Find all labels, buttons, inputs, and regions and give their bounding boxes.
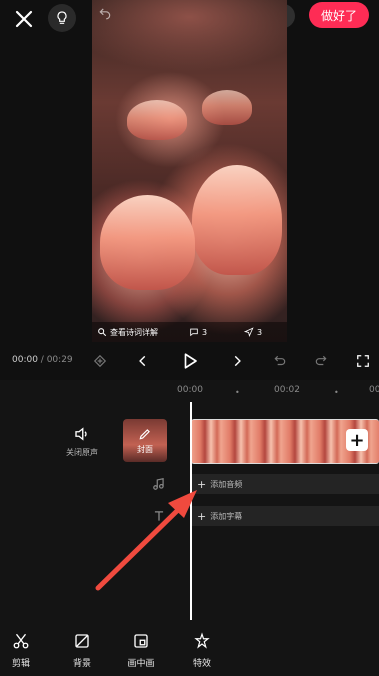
ruler-tick: 00:02	[274, 385, 300, 395]
ruler-dot: •	[334, 388, 339, 397]
mute-original-button[interactable]: 关闭原声	[60, 425, 104, 458]
ruler-tick: 00	[369, 385, 379, 395]
fullscreen-button[interactable]	[353, 351, 373, 371]
background-icon	[75, 634, 89, 648]
current-time: 00:00	[12, 355, 38, 365]
mute-label: 关闭原声	[66, 448, 98, 457]
fullscreen-icon	[357, 355, 369, 367]
effects-tool-label: 特效	[192, 659, 211, 669]
scissors-icon	[13, 633, 29, 649]
time-separator: /	[37, 355, 47, 365]
previous-button[interactable]	[133, 351, 153, 371]
plus-icon: +	[197, 509, 207, 523]
add-audio-label: 添加音频	[210, 479, 243, 489]
keyframe-icon	[93, 354, 107, 368]
music-note-icon	[153, 478, 164, 490]
cover-label: 封面	[137, 444, 153, 454]
edit-tool-label: 剪辑	[11, 659, 30, 669]
speaker-icon	[75, 427, 87, 441]
video-preview[interactable]: 查看诗词详解 3 3	[92, 0, 287, 342]
text-icon	[154, 511, 164, 521]
play-icon	[184, 353, 197, 369]
search-icon	[98, 328, 107, 337]
redo-button[interactable]	[311, 351, 331, 371]
total-time: 00:29	[46, 355, 73, 365]
share-icon	[244, 327, 254, 337]
lotus-lantern	[202, 90, 252, 125]
share-count: 3	[257, 327, 263, 337]
poem-search-text: 查看诗词详解	[110, 327, 158, 337]
undo-button[interactable]	[270, 351, 290, 371]
poem-search[interactable]: 查看诗词详解	[97, 327, 158, 338]
add-subtitle-label: 添加字幕	[210, 511, 243, 521]
effects-tool[interactable]: 特效	[185, 632, 219, 669]
next-button[interactable]	[227, 351, 247, 371]
picture-in-picture-icon	[134, 634, 148, 648]
share-counter[interactable]: 3	[244, 327, 262, 337]
picture-in-picture-tool[interactable]: 画中画	[124, 632, 158, 669]
chevron-right-icon	[234, 355, 241, 367]
undo-icon	[274, 355, 286, 366]
add-audio-track[interactable]: + 添加音频	[191, 474, 379, 494]
effects-icon	[194, 632, 210, 649]
play-button[interactable]	[180, 351, 200, 371]
ruler-tick: 00:00	[177, 385, 203, 395]
lotus-lantern	[100, 195, 195, 290]
undo-overlay-icon	[99, 8, 111, 20]
comment-counter[interactable]: 3	[189, 327, 207, 337]
lightbulb-icon	[57, 11, 67, 24]
playhead[interactable]	[190, 402, 192, 620]
lotus-lantern	[192, 165, 282, 275]
time-display: 00:00 / 00:29	[12, 355, 73, 365]
add-clip-button[interactable]: +	[346, 429, 368, 451]
keyframe-button[interactable]	[90, 351, 110, 371]
tips-button[interactable]	[48, 4, 76, 32]
done-button[interactable]: 做好了	[309, 2, 369, 28]
picture-in-picture-label: 画中画	[127, 659, 155, 669]
redo-icon	[315, 355, 327, 366]
chevron-left-icon	[139, 355, 146, 367]
edit-tool[interactable]: 剪辑	[4, 632, 38, 669]
plus-icon: +	[197, 477, 207, 491]
edit-pen-icon	[139, 428, 150, 439]
ruler-dot: •	[235, 388, 240, 397]
comment-icon	[190, 328, 198, 337]
comment-count: 3	[202, 327, 208, 337]
cover-button[interactable]: 封面	[123, 419, 167, 462]
background-tool-label: 背景	[72, 659, 91, 669]
close-icon[interactable]	[12, 7, 36, 31]
preview-info-bar: 查看诗词详解 3 3	[92, 322, 287, 342]
background-tool[interactable]: 背景	[65, 632, 99, 669]
lotus-lantern	[127, 100, 187, 140]
add-subtitle-track[interactable]: + 添加字幕	[191, 506, 379, 526]
